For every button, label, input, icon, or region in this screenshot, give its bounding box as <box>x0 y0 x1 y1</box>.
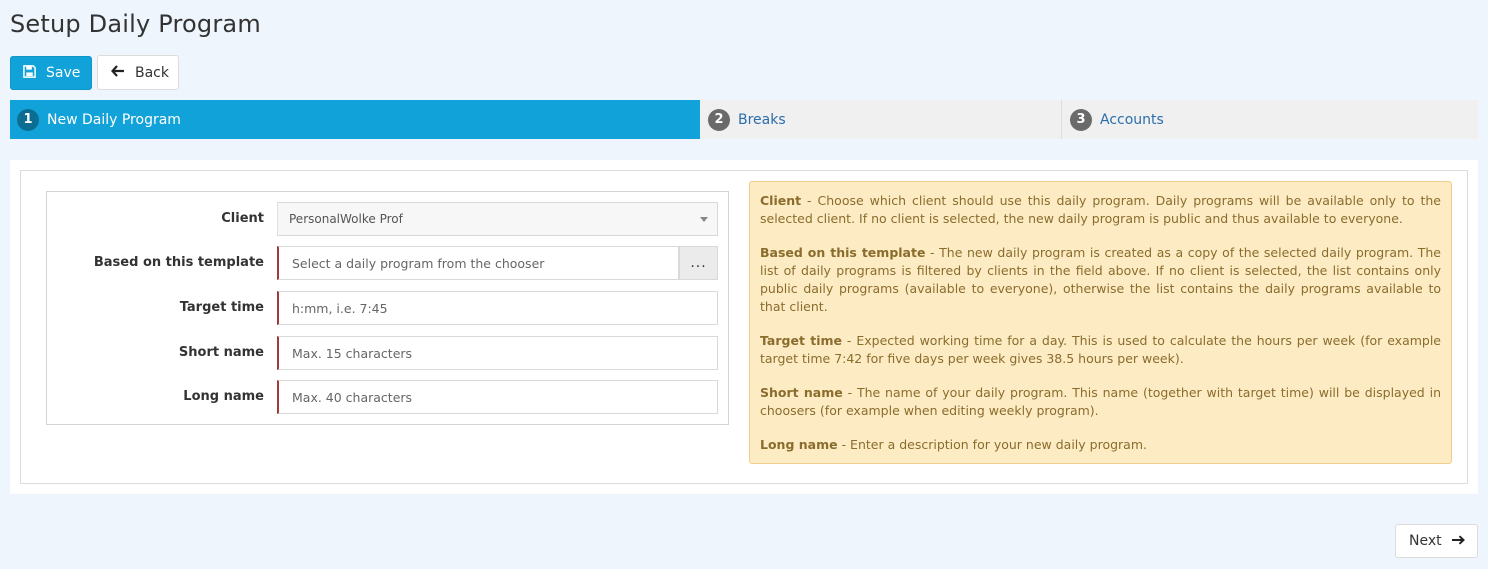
help-text: - Choose which client should use this da… <box>760 193 1441 226</box>
step-label: New Daily Program <box>47 111 181 128</box>
client-row: Client PersonalWolke Prof <box>47 202 728 236</box>
help-term: Target time <box>760 333 842 348</box>
help-short-name: Short name - The name of your daily prog… <box>760 384 1441 420</box>
short-name-label: Short name <box>178 345 264 360</box>
back-button[interactable]: Back <box>97 55 179 90</box>
template-input[interactable]: Select a daily program from the chooser <box>277 246 679 280</box>
template-row: Based on this template Select a daily pr… <box>47 246 728 280</box>
next-button-label: Next <box>1409 533 1442 549</box>
long-name-row: Long name Max. 40 characters <box>47 380 728 414</box>
target-time-input[interactable]: h:mm, i.e. 7:45 <box>277 291 718 325</box>
help-term: Based on this template <box>760 245 926 260</box>
back-button-label: Back <box>135 64 169 81</box>
target-time-row: Target time h:mm, i.e. 7:45 <box>47 291 728 325</box>
template-chooser-button[interactable]: ... <box>679 246 718 280</box>
client-select-value: PersonalWolke Prof <box>289 212 403 226</box>
daily-program-form: Client PersonalWolke Prof Based on this … <box>46 191 729 425</box>
step-number: 3 <box>1070 108 1092 131</box>
help-text: - Expected working time for a day. This … <box>760 333 1442 366</box>
step-number: 2 <box>708 108 730 131</box>
long-name-label: Long name <box>183 389 264 404</box>
short-name-input[interactable]: Max. 15 characters <box>277 336 718 370</box>
arrow-right-icon <box>1451 533 1465 549</box>
help-term: Client <box>760 193 802 208</box>
short-name-row: Short name Max. 15 characters <box>47 336 728 370</box>
help-template: Based on this template - The new daily p… <box>760 244 1441 316</box>
wizard-steps: 1 New Daily Program 2 Breaks 3 Accounts <box>10 100 1478 139</box>
step-number: 1 <box>17 108 39 131</box>
floppy-disk-icon <box>23 64 36 82</box>
help-text: - The name of your daily program. This n… <box>760 385 1441 418</box>
long-name-input[interactable]: Max. 40 characters <box>277 380 718 414</box>
page-title: Setup Daily Program <box>10 10 261 38</box>
client-select[interactable]: PersonalWolke Prof <box>277 202 718 236</box>
help-long-name: Long name - Enter a description for your… <box>760 436 1441 454</box>
help-term: Long name <box>760 437 838 452</box>
wizard-step-new-daily-program[interactable]: 1 New Daily Program <box>10 100 700 139</box>
next-button[interactable]: Next <box>1395 524 1478 558</box>
ellipsis-icon: ... <box>690 255 707 271</box>
target-time-placeholder: h:mm, i.e. 7:45 <box>292 300 388 316</box>
arrow-left-icon <box>111 64 125 81</box>
wizard-step-breaks[interactable]: 2 Breaks <box>700 100 1062 139</box>
template-placeholder: Select a daily program from the chooser <box>292 255 545 271</box>
help-text: - Enter a description for your new daily… <box>837 437 1147 452</box>
client-label: Client <box>221 211 264 226</box>
long-name-placeholder: Max. 40 characters <box>292 389 413 405</box>
content-panel: Client PersonalWolke Prof Based on this … <box>20 170 1468 484</box>
content-card: Client PersonalWolke Prof Based on this … <box>10 160 1478 494</box>
help-target-time: Target time - Expected working time for … <box>760 332 1441 368</box>
short-name-placeholder: Max. 15 characters <box>292 345 413 361</box>
step-label: Accounts <box>1100 111 1164 128</box>
step-label: Breaks <box>738 111 786 128</box>
save-button-label: Save <box>46 65 81 81</box>
target-time-label: Target time <box>179 300 264 315</box>
help-client: Client - Choose which client should use … <box>760 192 1441 228</box>
help-term: Short name <box>760 385 843 400</box>
caret-down-icon <box>700 217 708 222</box>
help-panel: Client - Choose which client should use … <box>749 181 1452 464</box>
template-label: Based on this template <box>93 255 264 270</box>
wizard-step-accounts[interactable]: 3 Accounts <box>1062 100 1478 139</box>
save-button[interactable]: Save <box>10 56 92 90</box>
